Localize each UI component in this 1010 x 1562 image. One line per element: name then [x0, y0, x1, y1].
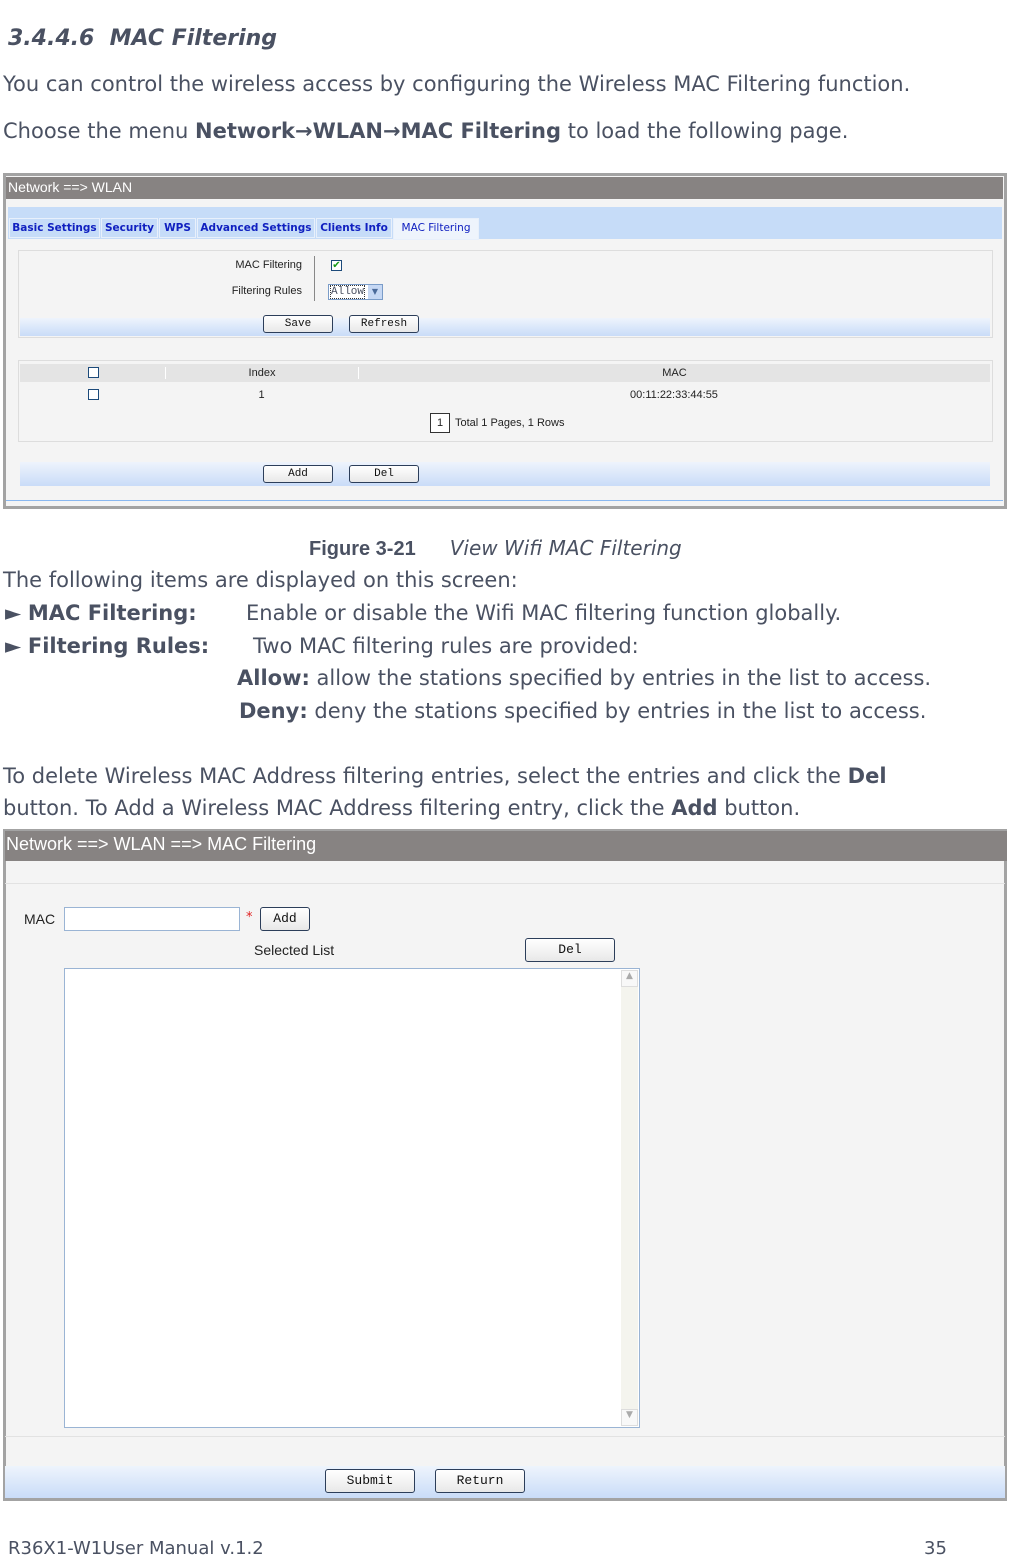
section-heading: 3.4.4.6 MAC Filtering [8, 26, 277, 52]
settings-button-band [20, 318, 990, 336]
header-mac: MAC [358, 367, 990, 379]
table-button-band [20, 462, 990, 486]
add-button[interactable]: Add [263, 465, 333, 483]
refresh-button[interactable]: Refresh [349, 315, 419, 333]
save-button[interactable]: Save [263, 315, 333, 333]
menu-text: Choose the menu Network→WLAN→MAC Filteri… [3, 118, 848, 144]
mac-filtering-label: MAC Filtering [235, 259, 302, 271]
rule-term: Allow: [237, 666, 310, 690]
header-index: Index [165, 367, 358, 379]
item-filtering-rules: ► Filtering Rules: [5, 633, 209, 659]
mac-input[interactable] [64, 907, 240, 931]
pagination-text: Total 1 Pages, 1 Rows [455, 417, 565, 429]
return-button[interactable]: Return [435, 1469, 525, 1493]
row-mac: 00:11:22:33:44:55 [630, 389, 718, 401]
rule-term: Deny: [239, 699, 308, 723]
del-button[interactable]: Del [349, 465, 419, 483]
rule-deny: Deny: deny the stations specified by ent… [239, 698, 926, 724]
section-number: 3.4.4.6 [8, 26, 95, 51]
filtering-rules-label: Filtering Rules [231, 285, 302, 297]
scroll-down-icon[interactable]: ▼ [621, 1409, 638, 1426]
row-checkbox[interactable] [88, 389, 99, 400]
item-mac-filtering-desc: Enable or disable the Wifi MAC filtering… [246, 601, 842, 625]
mac-add-button[interactable]: Add [260, 907, 310, 931]
rule-desc: allow the stations specified by entries … [309, 666, 932, 690]
filtering-rules-value: Allow [329, 285, 366, 299]
tab-wps[interactable]: WPS [159, 218, 196, 238]
items-intro: The following items are displayed on thi… [3, 568, 518, 592]
menu-suffix: to load the following page. [561, 119, 849, 143]
tab-advanced-settings[interactable]: Advanced Settings [197, 218, 315, 238]
item-filtering-rules-desc: Two MAC filtering rules are provided: [253, 634, 639, 658]
figure1-title-bar: Network ==> WLAN [6, 177, 1003, 199]
text: To delete Wireless MAC Address filtering… [3, 764, 848, 788]
figure-caption: Figure 3-21 View Wifi MAC Filtering [309, 535, 682, 562]
text-bold: Del [847, 764, 887, 788]
item-term: Filtering Rules: [27, 634, 210, 658]
caption-text: View Wifi MAC Filtering [449, 536, 682, 560]
footer-manual: R36X1-W1User Manual v.1.2 [8, 1538, 264, 1559]
menu-prefix: Choose the menu [3, 119, 196, 143]
scroll-up-icon[interactable]: ▲ [621, 970, 638, 987]
caption-label: Figure 3-21 [309, 538, 416, 560]
select-all-checkbox[interactable] [88, 367, 99, 378]
page-number-button[interactable]: 1 [430, 413, 450, 433]
bottom-divider [6, 500, 1003, 501]
tab-basic-settings[interactable]: Basic Settings [9, 218, 100, 238]
bullet-icon: ► [5, 601, 22, 625]
required-asterisk: * [246, 910, 253, 925]
form-bottom-divider [5, 1436, 1005, 1437]
separator [314, 256, 315, 301]
item-mac-filtering: ► MAC Filtering: [5, 600, 197, 626]
footer-page-number: 35 [924, 1538, 947, 1559]
mac-filtering-checkbox[interactable]: ✔ [331, 260, 342, 271]
menu-path: Network→WLAN→MAC Filtering [195, 119, 562, 143]
figure2-title-bar: Network ==> WLAN ==> MAC Filtering [5, 831, 1007, 861]
text: button. [717, 796, 801, 820]
selected-list-box[interactable]: ▲ ▼ [64, 968, 640, 1428]
mac-label: MAC [24, 911, 56, 927]
section-title: MAC Filtering [109, 26, 278, 51]
text: button. To Add a Wireless MAC Address fi… [3, 796, 672, 820]
bullet-icon: ► [5, 634, 22, 658]
tab-clients-info[interactable]: Clients Info [316, 218, 392, 238]
row-index: 1 [258, 389, 265, 401]
tab-security[interactable]: Security [101, 218, 158, 238]
item-term: MAC Filtering: [27, 601, 197, 625]
rule-desc: deny the stations specified by entries i… [307, 699, 927, 723]
filtering-rules-select[interactable]: Allow ▼ [328, 284, 383, 300]
rule-allow: Allow: allow the stations specified by e… [237, 665, 931, 691]
tab-mac-filtering[interactable]: MAC Filtering [393, 218, 479, 240]
delete-text-line1: To delete Wireless MAC Address filtering… [3, 763, 887, 789]
delete-text-line2: button. To Add a Wireless MAC Address fi… [3, 795, 800, 821]
form-divider [5, 883, 1005, 884]
scrollbar[interactable]: ▲ ▼ [621, 970, 638, 1426]
chevron-down-icon: ▼ [368, 285, 382, 299]
submit-button[interactable]: Submit [325, 1469, 415, 1493]
text-bold: Add [671, 796, 718, 820]
intro-text: You can control the wireless access by c… [3, 72, 911, 96]
selected-list-label: Selected List [254, 942, 335, 958]
list-del-button[interactable]: Del [525, 938, 615, 962]
